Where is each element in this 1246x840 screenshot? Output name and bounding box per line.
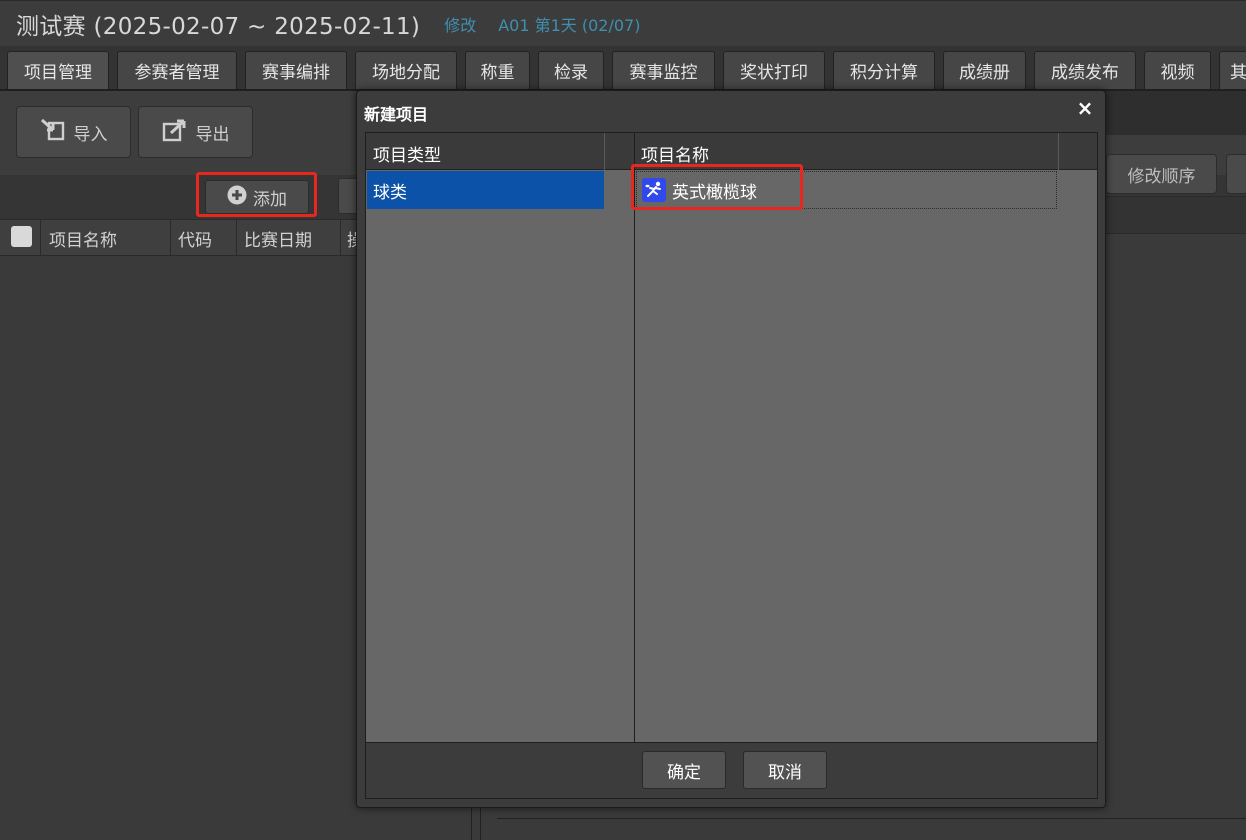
tab-results-publish[interactable]: 成绩发布 [1034,51,1136,89]
tab-monitoring[interactable]: 赛事监控 [612,51,715,89]
col-event-name[interactable]: 项目名称 [49,226,117,251]
select-all-checkbox[interactable] [11,226,32,247]
column-separator [40,219,41,256]
event-item-highlight [631,164,803,210]
col-event-title: 项目名称 [641,146,709,166]
column-separator [340,219,341,256]
column-separator [1058,133,1059,170]
export-label: 导出 [195,124,230,145]
column-separator [170,219,171,256]
dialog-title: 新建项目 [364,105,429,124]
export-button[interactable]: 导出 [138,106,253,158]
tab-check-in[interactable]: 检录 [538,51,604,89]
tab-event-management[interactable]: 项目管理 [7,51,109,89]
tab-points[interactable]: 积分计算 [833,51,935,89]
day-info[interactable]: A01 第1天 (02/07) [498,12,640,36]
dialog-footer [365,743,1098,799]
tab-weighing[interactable]: 称重 [465,51,530,89]
import-icon [40,118,66,147]
cancel-button[interactable]: 取消 [743,751,827,789]
export-icon [162,118,188,147]
right-panel-bottom [497,818,1246,821]
new-event-dialog: 新建项目 × 项目类型 项目名称 球类 英式橄榄球 确定 取消 [356,90,1106,808]
col-code[interactable]: 代码 [178,226,212,251]
pane-divider [634,133,635,742]
close-icon[interactable]: × [1074,96,1096,120]
type-item-ball-sports[interactable]: 球类 [367,171,604,209]
competition-title: 测试赛 (2025-02-07 ~ 2025-02-11) [16,13,421,40]
tab-participant-management[interactable]: 参赛者管理 [117,51,237,89]
confirm-button[interactable]: 确定 [642,751,726,789]
event-picker-grid: 项目类型 项目名称 球类 英式橄榄球 [365,132,1098,743]
tab-certificate-print[interactable]: 奖状打印 [723,51,825,89]
import-label: 导入 [73,124,108,145]
col-event-type: 项目类型 [373,146,441,166]
tab-results-book[interactable]: 成绩册 [943,51,1026,89]
tab-scheduling[interactable]: 赛事编排 [245,51,347,89]
col-match-date[interactable]: 比赛日期 [244,226,312,251]
column-separator [236,219,237,256]
tab-venue-allocation[interactable]: 场地分配 [355,51,457,89]
tab-other[interactable]: 其 [1219,51,1246,89]
main-tabs: 项目管理 参赛者管理 赛事编排 场地分配 称重 检录 赛事监控 奖状打印 积分计… [0,46,1246,91]
tab-video[interactable]: 视频 [1144,51,1211,89]
import-button[interactable]: 导入 [16,106,131,158]
add-button-highlight [196,172,317,217]
title-bar: 测试赛 (2025-02-07 ~ 2025-02-11) 修改 A01 第1天… [0,0,1246,46]
edit-competition-link[interactable]: 修改 [444,12,476,36]
column-separator [604,133,605,170]
